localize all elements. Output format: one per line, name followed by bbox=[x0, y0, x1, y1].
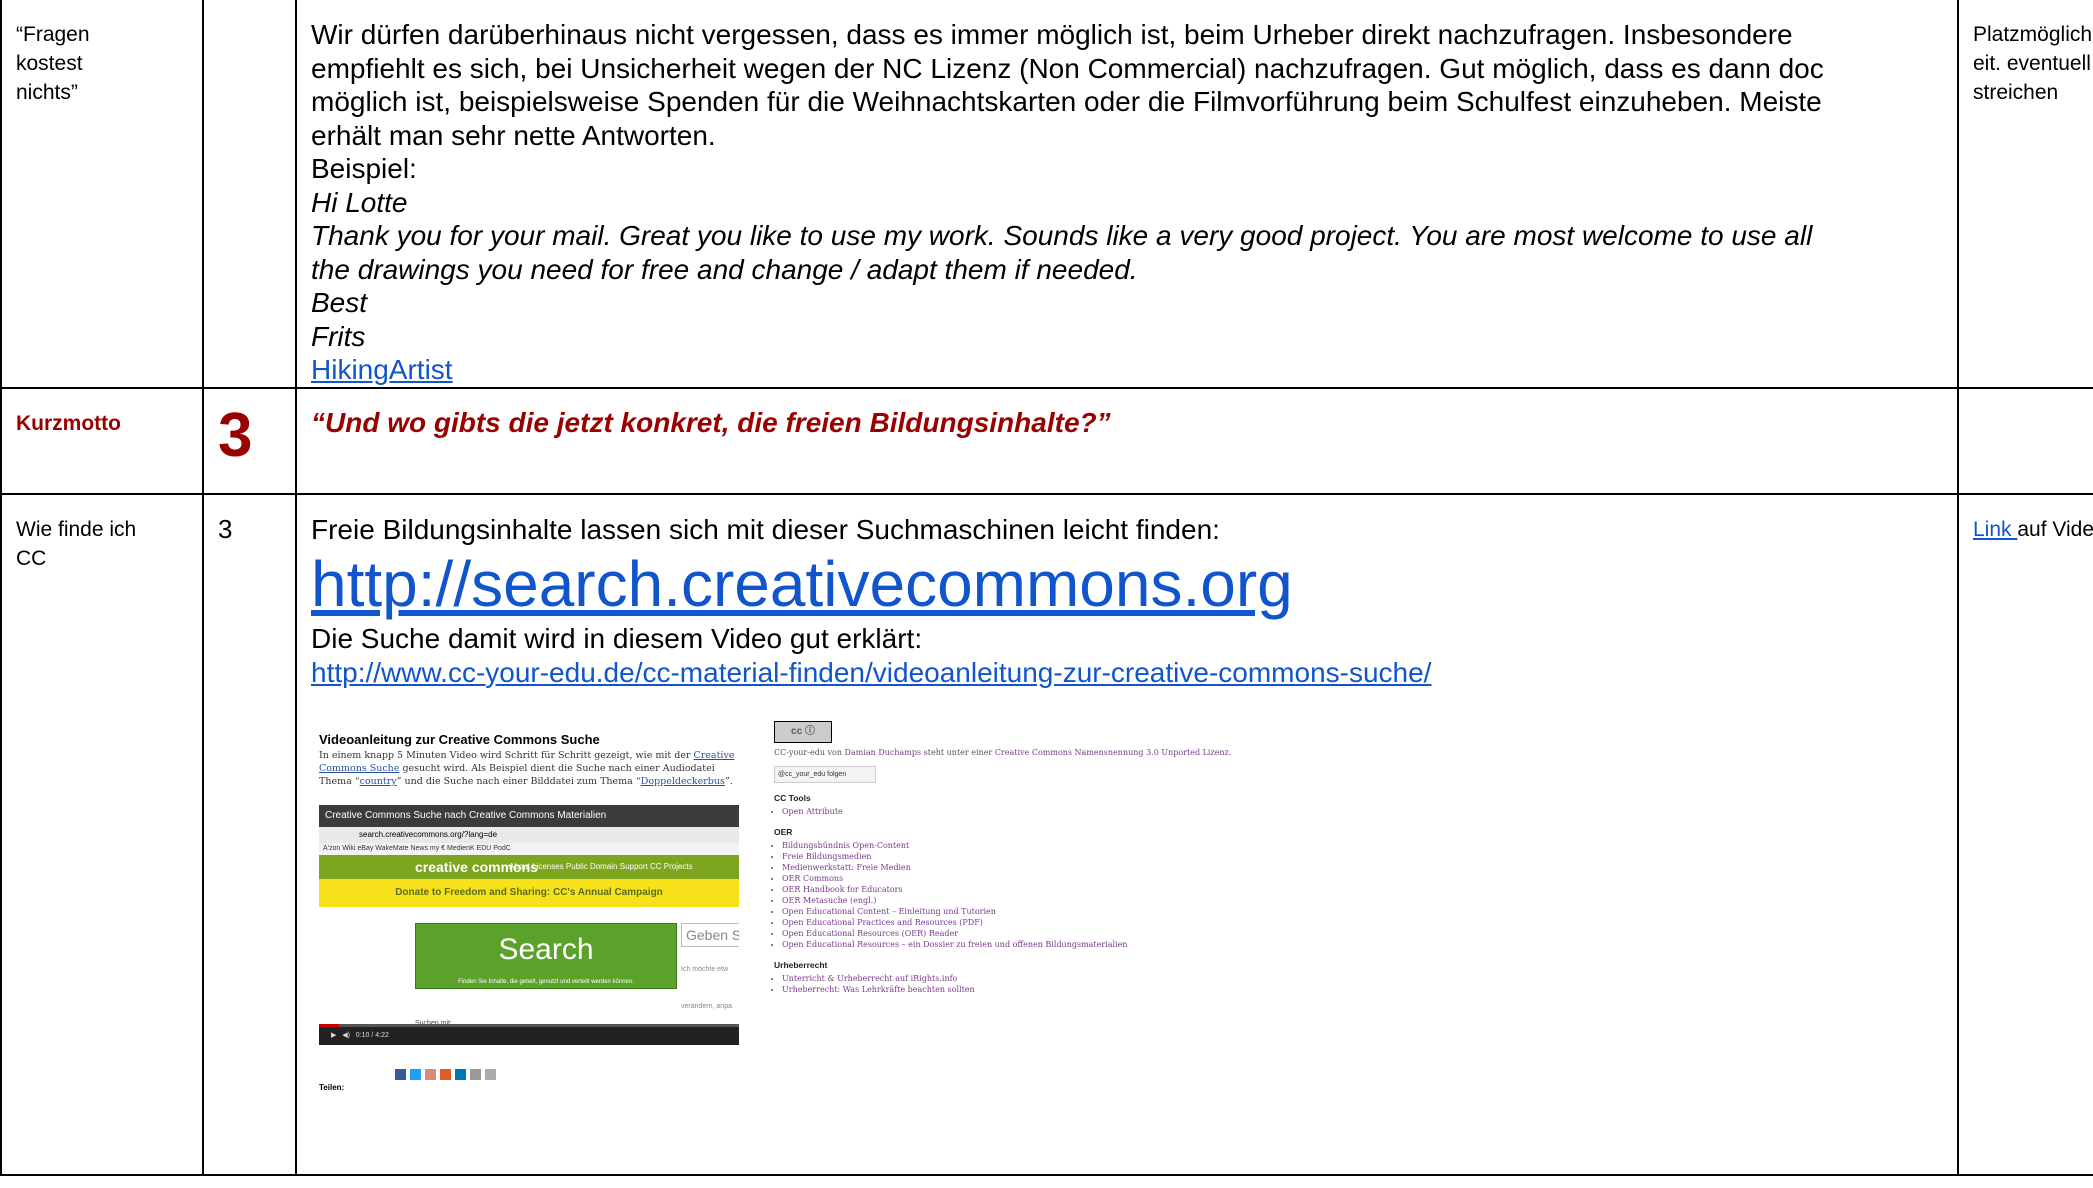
topic-line: kostest bbox=[16, 52, 83, 75]
video-intro-line: Die Suche damit wird in diesem Video gut… bbox=[311, 623, 923, 654]
sidebar-heading: Urheberrecht bbox=[774, 960, 828, 970]
example-line: Frits bbox=[311, 320, 366, 352]
search-cc-link[interactable]: http://search.creativecommons.org bbox=[311, 548, 1293, 620]
sidebar-link[interactable]: OER Commons bbox=[782, 873, 909, 884]
sidebar-link[interactable]: Open Educational Practices and Resources… bbox=[782, 917, 983, 928]
note-line: Platzmöglichk bbox=[1973, 23, 2093, 46]
sidebar-link[interactable]: OER Metasuche (engl.) bbox=[782, 895, 909, 906]
sidebar-link[interactable]: OER Handbook for Educators bbox=[782, 884, 909, 895]
example-line: Hi Lotte bbox=[311, 186, 408, 218]
row3-topic-cell: Wie finde ich CC bbox=[0, 492, 204, 1176]
hikingartist-link[interactable]: HikingArtist bbox=[311, 354, 453, 385]
sidebar-link[interactable]: Unterricht & Urheberrecht auf iRights.in… bbox=[782, 973, 957, 984]
table-row: Wie finde ich CC 3 Freie Bildungsinhalte… bbox=[0, 492, 2093, 1176]
sidebar-link[interactable]: Open Educational Content – Einleitung un… bbox=[782, 906, 996, 917]
row3-number-cell: 3 bbox=[202, 492, 297, 1176]
cc-search-button: Search Finden Sie Inhalte, die geteilt, … bbox=[415, 923, 677, 989]
sidebar-heading: OER bbox=[774, 827, 793, 837]
paragraph-line: empfiehlt es sich, bei Unsicherheit wege… bbox=[311, 52, 1824, 84]
motto-text: “Und wo gibts die jetzt konkret, die fre… bbox=[295, 386, 1959, 495]
topic-line: CC bbox=[16, 546, 47, 570]
print-icon bbox=[470, 1069, 481, 1080]
sidebar-link[interactable]: Urheberrecht: Was Lehrkräfte beachten so… bbox=[782, 984, 975, 995]
row1-content-cell: Wir dürfen darüberhinaus nicht vergessen… bbox=[295, 0, 1959, 389]
linkedin-icon bbox=[455, 1069, 466, 1080]
intro-line: Freie Bildungsinhalte lassen sich mit di… bbox=[311, 513, 1220, 545]
sidebar-heading: CC Tools bbox=[774, 793, 811, 803]
example-line: Thank you for your mail. Great you like … bbox=[311, 220, 1813, 251]
paragraph-line: erhält man sehr nette Antworten. bbox=[311, 119, 716, 151]
video-url-bar: search.creativecommons.org/?lang=de bbox=[319, 827, 739, 843]
facebook-icon bbox=[395, 1069, 406, 1080]
row1-number-cell bbox=[202, 0, 297, 389]
video-controls: ▶ ◀) 0:10 / 4:22 bbox=[319, 1027, 739, 1045]
video-player[interactable]: Creative Commons Suche nach Creative Com… bbox=[319, 805, 739, 1045]
example-line: the drawings you need for free and chang… bbox=[311, 253, 1138, 285]
googleplus-icon bbox=[425, 1069, 436, 1080]
note-line: streichen bbox=[1973, 81, 2059, 104]
video-bookmarks: A'zon Wiki eBay WakeMate News my € Medie… bbox=[319, 843, 739, 855]
row2-topic-cell: Kurzmotto bbox=[0, 386, 204, 495]
table-row: “Fragen kostest nichts” Wir dürfen darüb… bbox=[0, 0, 2093, 389]
row1-topic-cell: “Fragen kostest nichts” bbox=[0, 0, 204, 389]
donate-banner: Donate to Freedom and Sharing: CC's Annu… bbox=[319, 879, 739, 907]
topic-line: nichts” bbox=[16, 81, 78, 104]
share-label: Teilen: bbox=[319, 1083, 345, 1092]
video-title: Creative Commons Suche nach Creative Com… bbox=[319, 805, 739, 827]
cc-navbar: creative commons About Licenses Public D… bbox=[319, 855, 739, 879]
document-table: “Fragen kostest nichts” Wir dürfen darüb… bbox=[0, 0, 2093, 1176]
cc-search-side: Geben S Ich möchte etw verändern, anpa bbox=[681, 923, 739, 1023]
kurzmotto-label: Kurzmotto bbox=[16, 411, 121, 435]
sidebar-link[interactable]: Bildungsbündnis Open-Content bbox=[782, 840, 909, 851]
paragraph-line: möglich ist, beispielsweise Spenden für … bbox=[311, 86, 1822, 117]
reddit-icon bbox=[440, 1069, 451, 1080]
topic-line: “Fragen bbox=[16, 23, 90, 46]
embed-sidebar: cc ⓘ CC-your-edu von Damian Duchamps ste… bbox=[774, 721, 1232, 995]
row3-content-cell: Freie Bildungsinhalte lassen sich mit di… bbox=[295, 492, 1959, 1176]
video-link[interactable]: http://www.cc-your-edu.de/cc-material-fi… bbox=[311, 657, 1431, 688]
video-note-link[interactable]: Link bbox=[1973, 518, 2017, 541]
table-row: Kurzmotto 3 “Und wo gibts die jetzt konk… bbox=[0, 386, 2093, 495]
sidebar-link[interactable]: Open Attribute bbox=[782, 806, 909, 817]
sidebar-link[interactable]: Open Educational Resources (OER) Reader bbox=[782, 928, 958, 939]
share-icons bbox=[395, 1069, 496, 1080]
row1-note-cell: Platzmöglichk eit. eventuell streichen bbox=[1957, 0, 2093, 389]
video-note-text: auf Video bbox=[2017, 517, 2093, 541]
note-line: eit. eventuell bbox=[1973, 52, 2091, 75]
license-text: CC-your-edu von Damian Duchamps steht un… bbox=[774, 748, 1232, 757]
example-line: Best bbox=[311, 287, 368, 318]
email-icon bbox=[485, 1069, 496, 1080]
embed-paragraph: In einem knapp 5 Minuten Video wird Schr… bbox=[319, 750, 735, 787]
sidebar-link[interactable]: Freie Bildungsmedien bbox=[782, 851, 909, 862]
cc-license-badge: cc ⓘ bbox=[774, 721, 832, 743]
embed-link[interactable]: Doppeldeckerbus bbox=[641, 776, 725, 787]
example-label: Beispiel: bbox=[311, 153, 417, 184]
topic-line: Wie finde ich bbox=[16, 517, 137, 541]
twitter-follow-button[interactable]: @cc_your_edu folgen bbox=[774, 766, 876, 783]
sidebar-link[interactable]: Open Educational Resources – ein Dossier… bbox=[782, 939, 1128, 950]
cc-menu: About Licenses Public Domain Support CC … bbox=[509, 862, 693, 871]
paragraph-line: Wir dürfen darüberhinaus nicht vergessen… bbox=[311, 19, 1793, 50]
sidebar-link[interactable]: Medienwerkstatt: Freie Medien bbox=[782, 862, 911, 873]
twitter-icon bbox=[410, 1069, 421, 1080]
embed-link[interactable]: country bbox=[360, 776, 397, 787]
row2-note-cell bbox=[1957, 386, 2093, 495]
row2-number-cell: 3 bbox=[202, 386, 297, 495]
cc-search-area: Search Finden Sie Inhalte, die geteilt, … bbox=[319, 907, 739, 1027]
website-screenshot: Videoanleitung zur Creative Commons Such… bbox=[311, 711, 1232, 1151]
row3-note-cell: Link auf Video bbox=[1957, 492, 2093, 1176]
